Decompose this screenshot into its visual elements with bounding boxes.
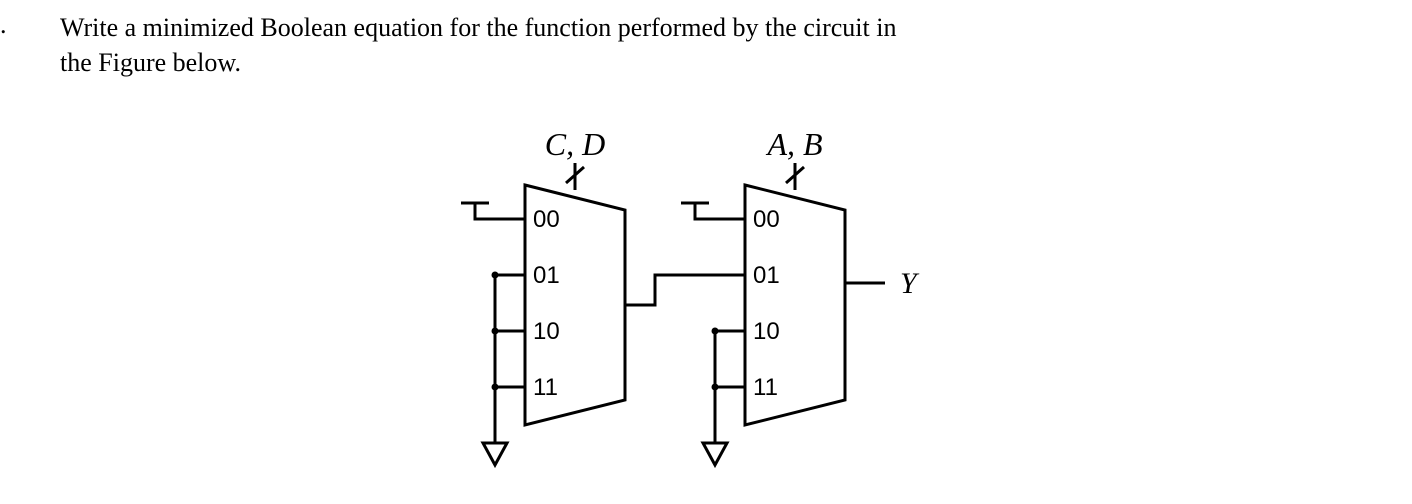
question-marker: .: [0, 10, 7, 40]
mux2-port-01: 01: [753, 262, 780, 289]
mux1-select-label: C, D: [545, 126, 605, 162]
mux1-port-01: 01: [533, 262, 560, 289]
mux2-port-00: 00: [753, 206, 780, 233]
mux1-dot-01: [492, 272, 499, 279]
question-line-2: the Figure below.: [60, 48, 241, 77]
mux1-in00-wire: [475, 203, 525, 219]
mux1-dot-11: [492, 384, 499, 391]
mux1-dot-10: [492, 328, 499, 335]
question-text-block: Write a minimized Boolean equation for t…: [0, 0, 1412, 80]
circuit-diagram: C, D 00 01 10 11 A, B: [455, 125, 975, 485]
mux2-port-10: 10: [753, 318, 780, 345]
mux1-port-10: 10: [533, 318, 560, 345]
mux2-select-label: A, B: [765, 126, 822, 162]
mux1-output-wire: [625, 275, 745, 305]
mux2-ground-icon: [703, 443, 727, 465]
question-line-1: Write a minimized Boolean equation for t…: [60, 13, 896, 42]
mux2-dot-11: [712, 384, 719, 391]
mux2-dot-10: [712, 328, 719, 335]
mux1-ground-icon: [483, 443, 507, 465]
diagram-svg: C, D 00 01 10 11 A, B: [455, 125, 975, 485]
mux2-in00-wire: [695, 203, 745, 219]
mux1-port-11: 11: [533, 374, 558, 401]
output-label: Y: [900, 267, 920, 300]
mux1-port-00: 00: [533, 206, 560, 233]
mux2-port-11: 11: [753, 374, 778, 401]
